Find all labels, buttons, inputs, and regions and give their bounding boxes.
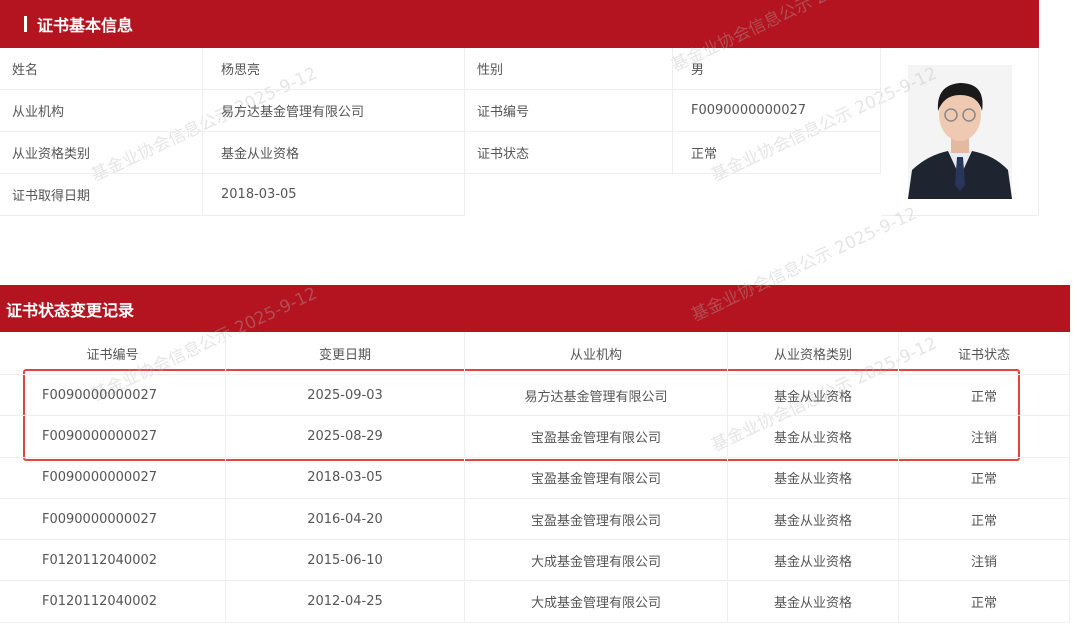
table-cell: F0090000000027 xyxy=(0,498,226,541)
table-cell: 2025-09-03 xyxy=(226,375,465,417)
table-cell: 大成基金管理有限公司 xyxy=(465,540,728,582)
info-value: 基金从业资格 xyxy=(203,132,465,174)
table-cell: F0090000000027 xyxy=(0,457,226,499)
table-cell: 宝盈基金管理有限公司 xyxy=(465,416,728,458)
basic-info-title: 证书基本信息 xyxy=(37,16,134,35)
table-cell: 基金从业资格 xyxy=(728,457,899,499)
table-cell: 基金从业资格 xyxy=(728,416,899,458)
column-header: 变更日期 xyxy=(226,332,465,375)
info-label: 从业机构 xyxy=(0,90,203,132)
table-cell: 2025-08-29 xyxy=(226,416,465,458)
change-records-title: 证书状态变更记录 xyxy=(6,300,135,320)
info-value: 2018-03-05 xyxy=(203,174,465,216)
table-cell: 基金从业资格 xyxy=(728,540,899,582)
column-header: 从业资格类别 xyxy=(728,332,899,375)
info-value: 杨思亮 xyxy=(203,48,465,90)
table-cell: F0090000000027 xyxy=(0,416,226,458)
column-header: 从业机构 xyxy=(465,332,728,375)
table-cell: 正常 xyxy=(899,498,1070,541)
table-cell: 正常 xyxy=(899,581,1070,623)
table-cell: 正常 xyxy=(899,375,1070,417)
info-label: 姓名 xyxy=(0,48,203,90)
basic-info-header: 证书基本信息 xyxy=(0,0,1039,48)
table-cell: 大成基金管理有限公司 xyxy=(465,581,728,623)
info-value: 男 xyxy=(673,48,881,90)
table-cell: 注销 xyxy=(899,540,1070,582)
column-header: 证书编号 xyxy=(0,332,226,375)
header-accent xyxy=(24,16,27,32)
info-label: 从业资格类别 xyxy=(0,132,203,174)
table-cell: F0120112040002 xyxy=(0,581,226,623)
table-cell: 易方达基金管理有限公司 xyxy=(465,375,728,417)
column-header: 证书状态 xyxy=(899,332,1070,375)
table-cell: 注销 xyxy=(899,416,1070,458)
info-label: 证书编号 xyxy=(465,90,673,132)
table-cell: 2015-06-10 xyxy=(226,540,465,582)
table-cell: 2018-03-05 xyxy=(226,457,465,499)
table-cell: 基金从业资格 xyxy=(728,498,899,541)
info-value: 易方达基金管理有限公司 xyxy=(203,90,465,132)
info-label: 证书状态 xyxy=(465,132,673,174)
profile-photo xyxy=(881,48,1039,216)
info-value: F0090000000027 xyxy=(673,90,881,132)
table-cell: 基金从业资格 xyxy=(728,581,899,623)
info-label: 性别 xyxy=(465,48,673,90)
change-records-header: 证书状态变更记录 xyxy=(0,285,1070,332)
table-cell: 宝盈基金管理有限公司 xyxy=(465,498,728,541)
table-cell: F0090000000027 xyxy=(0,375,226,417)
table-cell: 2016-04-20 xyxy=(226,498,465,541)
table-cell: 正常 xyxy=(899,457,1070,499)
table-cell: 2012-04-25 xyxy=(226,581,465,623)
table-cell: 宝盈基金管理有限公司 xyxy=(465,457,728,499)
table-cell: 基金从业资格 xyxy=(728,375,899,417)
info-label: 证书取得日期 xyxy=(0,174,203,216)
person-photo-icon xyxy=(907,64,1012,199)
info-value: 正常 xyxy=(673,132,881,174)
table-cell: F0120112040002 xyxy=(0,540,226,582)
